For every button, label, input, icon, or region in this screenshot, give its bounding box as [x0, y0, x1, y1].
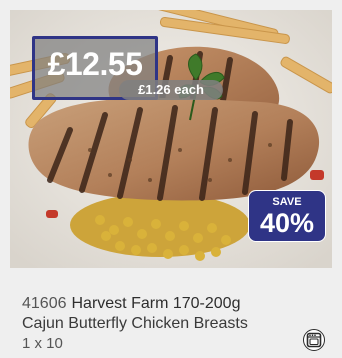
product-title-line1[interactable]: 41606 Harvest Farm 170-200g — [22, 294, 322, 314]
pack-size: 1 x 10 — [22, 335, 63, 352]
save-label: SAVE — [272, 196, 302, 208]
oven-icon — [303, 329, 325, 351]
price: £12.55 — [47, 46, 143, 82]
price-each-badge: £1.26 each — [119, 80, 223, 100]
product-card[interactable]: £12.55 £1.26 each SAVE 40% 41606 Harvest … — [0, 0, 342, 358]
save-badge: SAVE 40% — [248, 190, 326, 242]
product-name-line1[interactable]: Harvest Farm 170-200g — [72, 295, 241, 312]
product-name-line2[interactable]: Cajun Butterfly Chicken Breasts — [22, 314, 322, 334]
product-info: 41606 Harvest Farm 170-200g Cajun Butterf… — [22, 294, 322, 354]
product-code: 41606 — [22, 295, 67, 312]
save-percent: 40% — [259, 208, 315, 238]
